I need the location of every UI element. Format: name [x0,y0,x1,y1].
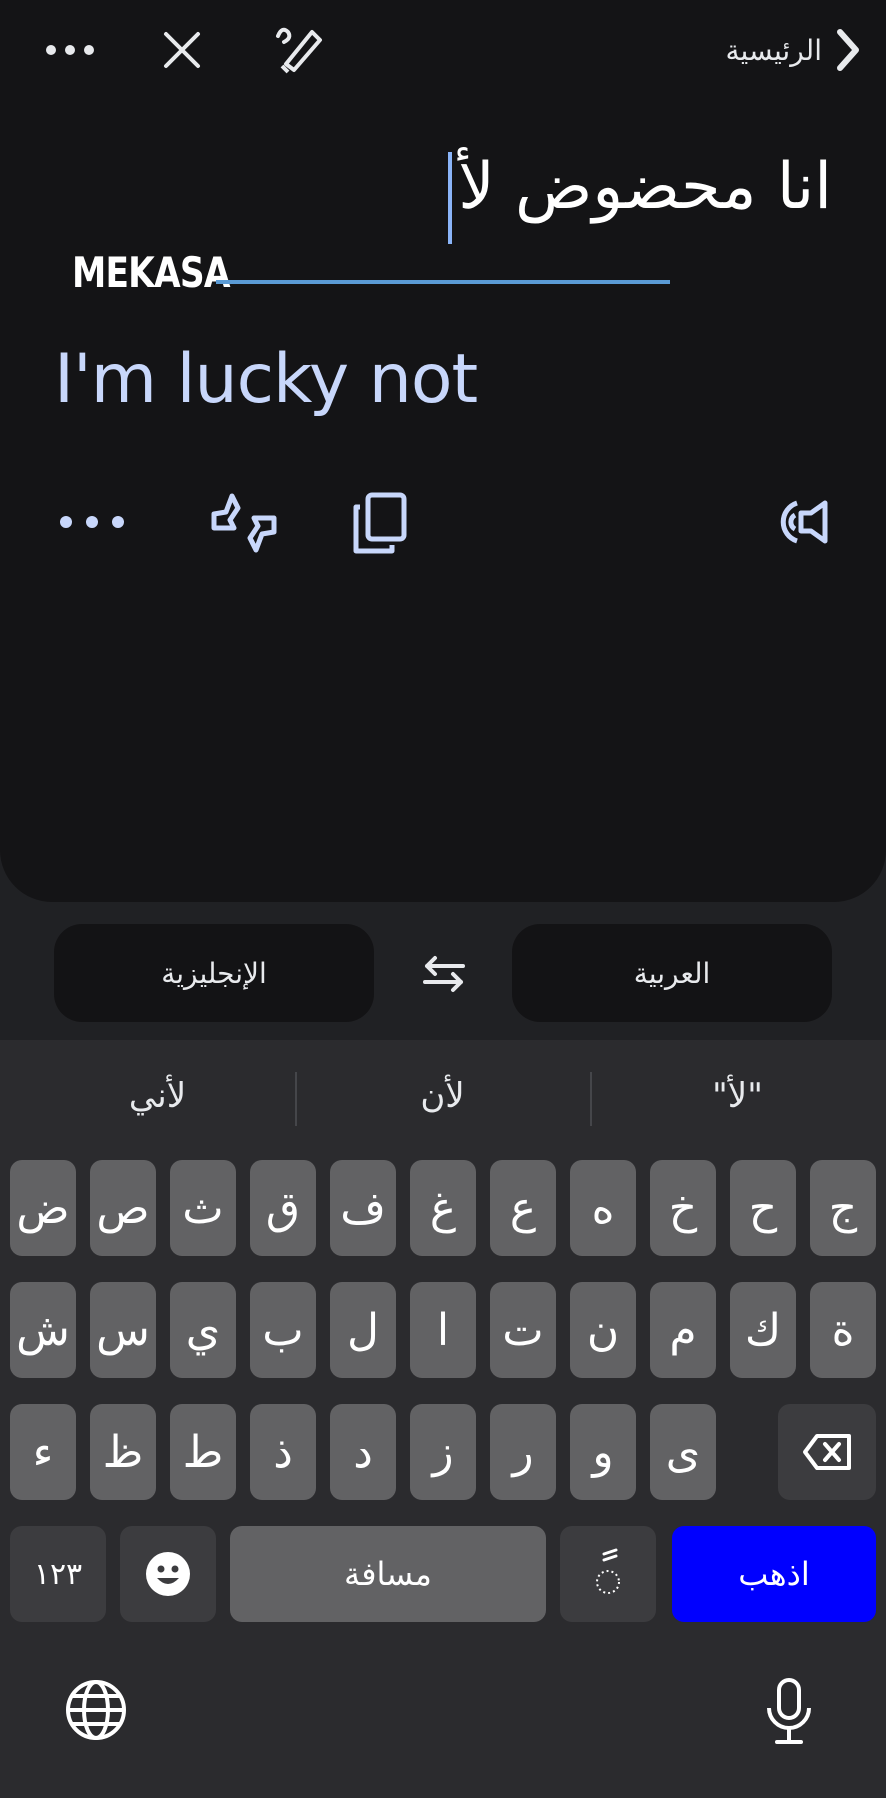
source-language-button[interactable]: العربية [512,924,832,1022]
key[interactable]: ث [170,1160,236,1256]
key[interactable]: ز [410,1404,476,1500]
key[interactable]: ة [810,1282,876,1378]
key[interactable]: ك [730,1282,796,1378]
copy-button[interactable] [348,488,412,558]
numbers-key[interactable]: ١٢٣ [10,1526,106,1622]
suggestion-divider [590,1072,592,1126]
suggestion-3[interactable]: لأني [10,1056,305,1136]
backspace-icon [803,1434,851,1470]
translation-more-button[interactable] [52,500,132,544]
key[interactable]: ن [570,1282,636,1378]
suggestion-1[interactable]: "لأ" [590,1056,885,1136]
key[interactable]: ر [490,1404,556,1500]
key[interactable]: ا [410,1282,476,1378]
feedback-icon [211,493,277,553]
key[interactable]: ت [490,1282,556,1378]
key[interactable]: ظ [90,1404,156,1500]
watermark-logo: MEKASA [72,248,231,297]
key[interactable]: ج [810,1160,876,1256]
key[interactable]: د [330,1404,396,1500]
home-link[interactable]: الرئيسية [726,22,862,78]
key[interactable]: س [90,1282,156,1378]
emoji-icon [146,1552,190,1596]
go-key[interactable]: اذهب [672,1526,876,1622]
key[interactable]: ض [10,1160,76,1256]
key[interactable]: غ [410,1160,476,1256]
language-switch-button[interactable] [60,1674,132,1746]
close-button[interactable] [150,22,214,78]
key[interactable]: ل [330,1282,396,1378]
key[interactable]: ى [650,1404,716,1500]
key[interactable]: ص [90,1160,156,1256]
suggestion-2[interactable]: لأن [295,1056,590,1136]
key[interactable]: ح [730,1160,796,1256]
handwriting-button[interactable] [268,18,332,82]
speaker-icon [780,500,828,544]
more-icon [60,516,124,528]
feedback-button[interactable] [206,488,282,558]
key[interactable]: ذ [250,1404,316,1500]
diacritic-circle-icon [596,1548,620,1594]
key[interactable]: خ [650,1160,716,1256]
key[interactable]: ي [170,1282,236,1378]
voice-input-button[interactable] [756,1672,822,1752]
backspace-key[interactable] [778,1404,876,1500]
more-icon [46,45,94,55]
source-text-input[interactable]: انا محضوض لأ [458,150,832,224]
text-caret [448,152,452,244]
close-icon [164,32,200,68]
key[interactable]: و [570,1404,636,1500]
handwriting-icon [276,27,322,74]
swap-languages-button[interactable] [412,944,476,1004]
diacritic-key[interactable] [560,1526,656,1622]
space-key[interactable]: مسافة [230,1526,546,1622]
target-language-button[interactable]: الإنجليزية [54,924,374,1022]
globe-icon [66,1680,126,1740]
key[interactable]: ب [250,1282,316,1378]
source-language-label: العربية [633,956,711,990]
target-language-label: الإنجليزية [161,956,267,990]
translation-panel [0,0,886,902]
divider-line [216,280,670,284]
key[interactable]: ع [490,1160,556,1256]
translation-text: I'm lucky not [54,340,478,419]
swap-icon [423,956,465,992]
key[interactable]: ه [570,1160,636,1256]
key[interactable]: ء [10,1404,76,1500]
key[interactable]: ف [330,1160,396,1256]
key[interactable]: ق [250,1160,316,1256]
listen-button[interactable] [774,494,836,550]
key[interactable]: م [650,1282,716,1378]
chevron-right-icon [837,29,859,71]
key[interactable]: ط [170,1404,236,1500]
key[interactable]: ش [10,1282,76,1378]
home-label: الرئيسية [725,33,822,67]
more-options-button[interactable] [40,22,100,78]
emoji-key[interactable] [120,1526,216,1622]
microphone-icon [767,1678,811,1744]
copy-icon [353,492,407,554]
